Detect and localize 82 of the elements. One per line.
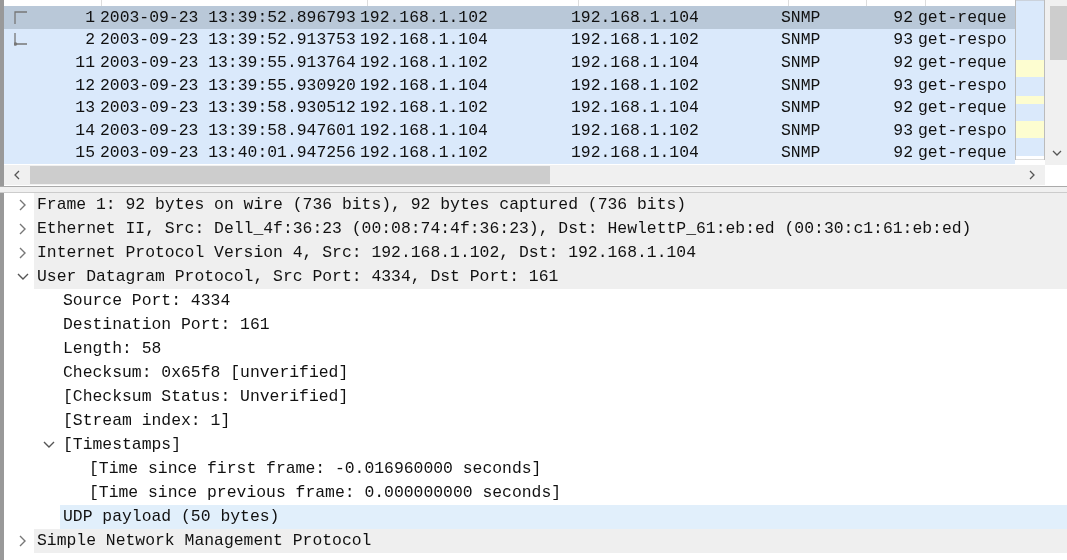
packet-row[interactable]: 14 2003-09-23 13:39:58.947601 192.168.1.104 192.168.1.102 SNMP 93 get-respo — [4, 118, 1015, 142]
tree-item[interactable]: Checksum: 0x65f8 [unverified] — [60, 361, 1067, 385]
table-cell-text: 92 — [892, 53, 913, 72]
table-cell-text: 92 — [892, 98, 913, 118]
scroll-right-icon[interactable] — [1029, 170, 1035, 180]
table-cell-text: 2003-09-23 13:39:52.913753 — [99, 30, 357, 50]
table-cell-text: get-respo — [917, 120, 1008, 140]
table-cell-text: 12 — [74, 75, 95, 95]
table-cell-text: 192.168.1.104 — [360, 75, 489, 95]
tree-item[interactable]: Source Port: 4334 — [60, 289, 1067, 313]
tree-item[interactable]: [Checksum Status: Unverified] — [60, 385, 1067, 409]
packet-row[interactable]: 13 2003-09-23 13:39:58.930512 192.168.1.102 192.168.1.104 SNMP 92 get-reque — [4, 96, 1015, 119]
chevron-down-icon[interactable] — [17, 273, 29, 281]
table-cell-text: get-reque — [917, 53, 1008, 72]
table-cell-text: 1 — [84, 7, 95, 27]
table-cell-text: 11 — [74, 53, 95, 72]
table-cell-text: 192.168.1.102 — [360, 143, 489, 163]
table-cell-text: 2003-09-23 13:39:58.930512 — [99, 98, 357, 118]
table-cell-text: 192.168.1.102 — [360, 98, 489, 118]
packet-row[interactable]: 11 2003-09-23 13:39:55.913764 192.168.1.102 192.168.1.104 SNMP 92 get-reque — [4, 51, 1015, 74]
table-cell-text: SNMP — [781, 30, 822, 50]
table-cell-text: 192.168.1.102 — [571, 75, 700, 95]
table-cell-text: 13 — [74, 98, 95, 118]
scroll-down-icon[interactable] — [1052, 150, 1062, 156]
table-cell-text: get-reque — [917, 7, 1008, 27]
table-cell-text: 92 — [892, 143, 913, 163]
chevron-right-icon[interactable] — [19, 223, 27, 235]
tree-item[interactable]: [Stream index: 1] — [60, 409, 1067, 433]
table-cell-text: 192.168.1.104 — [571, 98, 700, 118]
table-cell-text: 2003-09-23 13:39:55.913764 — [99, 53, 357, 72]
chevron-right-icon[interactable] — [19, 535, 27, 547]
table-cell-text: 192.168.1.104 — [571, 53, 700, 72]
table-cell-text: get-respo — [917, 30, 1008, 50]
packet-row[interactable]: 1 2003-09-23 13:39:52.896793 192.168.1.102 192.168.1.104 SNMP 92 get-reque — [4, 6, 1015, 29]
tree-item[interactable]: User Datagram Protocol, Src Port: 4334, Dst Port: 161 — [34, 265, 1067, 289]
chevron-right-icon[interactable] — [19, 199, 27, 211]
table-cell-text: 192.168.1.104 — [360, 120, 489, 140]
table-cell-text: 2 — [84, 30, 95, 50]
packet-row[interactable]: 15 2003-09-23 13:40:01.947256 192.168.1.102 192.168.1.104 SNMP 92 get-reque — [4, 141, 1015, 165]
table-cell-text: 93 — [892, 120, 913, 140]
horizontal-scrollbar[interactable] — [4, 165, 1045, 185]
table-cell-text: SNMP — [781, 75, 822, 95]
tree-item[interactable]: [Timestamps] — [60, 433, 1067, 457]
table-cell-text: 2003-09-23 13:39:55.930920 — [99, 75, 357, 95]
table-cell-text: 92 — [892, 7, 913, 27]
table-cell-text: 192.168.1.104 — [571, 7, 700, 27]
tree-item[interactable]: Destination Port: 161 — [60, 313, 1067, 337]
tree-item[interactable]: [Time since first frame: -0.016960000 seconds] — [86, 457, 1067, 481]
scroll-left-icon[interactable] — [14, 170, 20, 180]
table-cell-text: SNMP — [781, 120, 822, 140]
table-cell-text: 15 — [74, 143, 95, 163]
table-cell-text: get-reque — [917, 143, 1008, 163]
tree-item[interactable]: Simple Network Management Protocol — [34, 529, 1067, 553]
tree-item[interactable]: Frame 1: 92 bytes on wire (736 bits), 92 bytes captured (736 bits) — [34, 193, 1067, 217]
tree-item[interactable]: Ethernet II, Src: Dell_4f:36:23 (00:08:74:4f:36:23), Dst: HewlettP_61:eb:ed (00:30:c1:61:eb:ed) — [34, 217, 1067, 241]
packet-row[interactable]: 12 2003-09-23 13:39:55.930920 192.168.1.104 192.168.1.102 SNMP 93 get-respo — [4, 73, 1015, 97]
tree-item[interactable]: UDP payload (50 bytes) — [60, 505, 1067, 529]
table-cell-text: 192.168.1.104 — [571, 143, 700, 163]
table-cell-text: 192.168.1.102 — [571, 120, 700, 140]
vertical-scrollbar[interactable] — [1045, 0, 1067, 165]
table-cell-text: get-respo — [917, 75, 1008, 95]
table-cell-text: 192.168.1.104 — [360, 30, 489, 50]
table-cell-text: 192.168.1.102 — [360, 7, 489, 27]
table-cell-text: SNMP — [781, 143, 822, 163]
table-cell-text: SNMP — [781, 53, 822, 72]
table-cell-text: 2003-09-23 13:39:52.896793 — [99, 7, 357, 27]
table-cell-text: 192.168.1.102 — [360, 53, 489, 72]
packet-row[interactable]: 2 2003-09-23 13:39:52.913753 192.168.1.104 192.168.1.102 SNMP 93 get-respo — [4, 28, 1015, 52]
tree-item[interactable]: Internet Protocol Version 4, Src: 192.168.1.102, Dst: 192.168.1.104 — [34, 241, 1067, 265]
tree-item[interactable]: Length: 58 — [60, 337, 1067, 361]
table-cell-text: 192.168.1.102 — [571, 30, 700, 50]
table-cell-text: SNMP — [781, 98, 822, 118]
table-cell-text: 2003-09-23 13:40:01.947256 — [99, 143, 357, 163]
table-cell-text: get-reque — [917, 98, 1008, 118]
table-cell-text: 93 — [892, 75, 913, 95]
table-cell-text: 93 — [892, 30, 913, 50]
tree-item[interactable]: [Time since previous frame: 0.000000000 seconds] — [86, 481, 1067, 505]
chevron-right-icon[interactable] — [19, 247, 27, 259]
table-cell-text: 2003-09-23 13:39:58.947601 — [99, 120, 357, 140]
table-cell-text: SNMP — [781, 7, 822, 27]
table-cell-text: 14 — [74, 120, 95, 140]
chevron-down-icon[interactable] — [43, 441, 55, 449]
